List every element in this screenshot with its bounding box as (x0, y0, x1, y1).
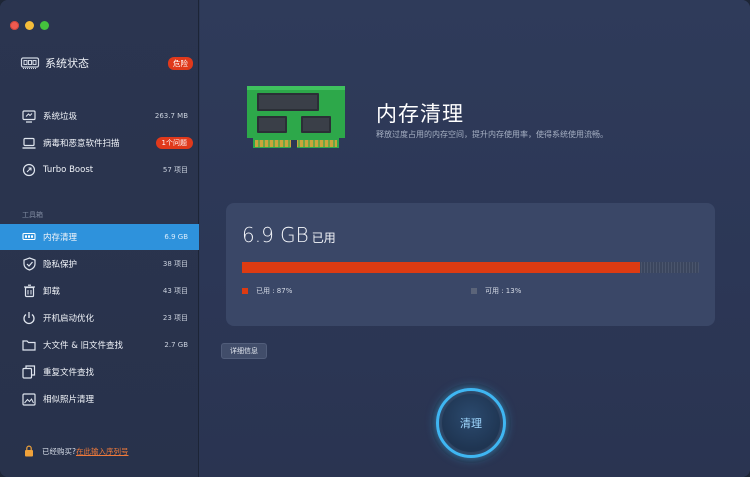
lock-icon (25, 445, 33, 457)
sidebar-item-label: 相似照片清理 (43, 395, 95, 405)
sidebar-item-label: Turbo Boost (43, 165, 94, 175)
sidebar-item-label: 开机启动优化 (43, 314, 95, 324)
sidebar-item-duplicate-files[interactable]: 重复文件查找 (0, 359, 199, 385)
main-panel: 内存清理 释放过度占用的内存空间，提升内存使用率，使得系统使用流畅。 6.9 G… (200, 0, 750, 477)
shield-check-icon (22, 257, 36, 271)
sidebar-item-label: 病毒和恶意软件扫描 (43, 139, 120, 149)
used-swatch (242, 288, 248, 294)
sidebar-item-uninstall[interactable]: 卸载 43 项目 (0, 278, 199, 304)
sidebar-item-value: 6.9 GB (164, 233, 188, 241)
sidebar-item-value: 57 项目 (162, 166, 188, 174)
sidebar-item-label: 卸载 (43, 287, 61, 297)
memory-usage-card: 6.9 GB 已用 已用 : 87% 可用 : 13% (226, 203, 715, 326)
system-status[interactable]: 系统状态 危险 (20, 53, 195, 73)
sidebar-item-value: 2.7 GB (164, 341, 188, 349)
memory-used-value: 6.9 GB (242, 223, 309, 247)
close-window-button[interactable] (10, 21, 19, 30)
sidebar-item-memory-clean[interactable]: 内存清理 6.9 GB (0, 224, 199, 250)
sidebar-item-large-files[interactable]: 大文件 & 旧文件查找 2.7 GB (0, 332, 199, 358)
sidebar-item-value: 43 项目 (162, 287, 188, 295)
duplicate-files-icon (22, 365, 36, 379)
legend-available: 可用 : 13% (471, 286, 521, 296)
purchase-question: 已经购买? (42, 446, 76, 456)
photo-icon (22, 392, 36, 406)
sidebar-item-value: 38 项目 (162, 260, 188, 268)
sidebar-item-value: 23 项目 (162, 314, 188, 322)
memory-usage-bar (242, 262, 699, 273)
page-subtitle: 释放过度占用的内存空间，提升内存使用率，使得系统使用流畅。 (376, 130, 608, 139)
sidebar-item-malware-scan[interactable]: 病毒和恶意软件扫描 1个问题 (0, 130, 199, 156)
details-button[interactable]: 详细信息 (221, 343, 267, 359)
memory-icon (22, 230, 36, 244)
monitor-icon (22, 109, 36, 123)
system-status-title: 系统状态 (45, 57, 89, 70)
ram-module-illustration (247, 86, 345, 148)
laptop-shield-icon (22, 136, 36, 150)
sidebar-item-startup[interactable]: 开机启动优化 23 项目 (0, 305, 199, 331)
sidebar: 系统状态 危险 系统垃圾 263.7 MB 病毒和恶意软件扫描 1个问题 Tur… (0, 0, 199, 477)
memory-used-unit: 已用 (311, 231, 336, 245)
app-window: 系统状态 危险 系统垃圾 263.7 MB 病毒和恶意软件扫描 1个问题 Tur… (0, 0, 750, 477)
enter-serial-link[interactable]: 在此输入序列号 (76, 446, 129, 457)
sidebar-item-value: 263.7 MB (154, 112, 188, 120)
folder-icon (22, 338, 36, 352)
sidebar-item-privacy[interactable]: 隐私保护 38 项目 (0, 251, 199, 277)
used-label: 已用 : 87% (256, 287, 293, 295)
available-label: 可用 : 13% (485, 287, 522, 295)
available-swatch (471, 288, 477, 294)
toolbox-section-label: 工具箱 (22, 211, 43, 219)
purchase-footer: 已经购买? 在此输入序列号 (24, 445, 128, 457)
memory-chip-icon (20, 57, 40, 69)
page-title: 内存清理 (376, 102, 464, 126)
sidebar-item-label: 重复文件查找 (43, 368, 95, 378)
trash-icon (22, 284, 36, 298)
legend-used: 已用 : 87% (242, 286, 292, 296)
issue-badge: 1个问题 (155, 137, 193, 149)
power-icon (22, 311, 36, 325)
sidebar-item-label: 大文件 & 旧文件查找 (43, 341, 124, 351)
rocket-icon (22, 163, 36, 177)
clean-button-wrapper: 清理 (431, 383, 511, 463)
sidebar-item-label: 隐私保护 (43, 260, 78, 270)
clean-button[interactable]: 清理 (442, 394, 500, 452)
memory-used-readout: 6.9 GB 已用 (242, 223, 336, 247)
status-badge: 危险 (168, 57, 193, 70)
sidebar-item-system-junk[interactable]: 系统垃圾 263.7 MB (0, 103, 199, 129)
sidebar-item-label: 内存清理 (43, 233, 78, 243)
sidebar-item-similar-photos[interactable]: 相似照片清理 (0, 386, 199, 412)
zoom-window-button[interactable] (40, 21, 49, 30)
memory-usage-bar-fill (242, 262, 640, 273)
sidebar-item-label: 系统垃圾 (43, 112, 78, 122)
sidebar-item-turbo-boost[interactable]: Turbo Boost 57 项目 (0, 157, 199, 183)
minimize-window-button[interactable] (25, 21, 34, 30)
window-controls (10, 21, 49, 30)
